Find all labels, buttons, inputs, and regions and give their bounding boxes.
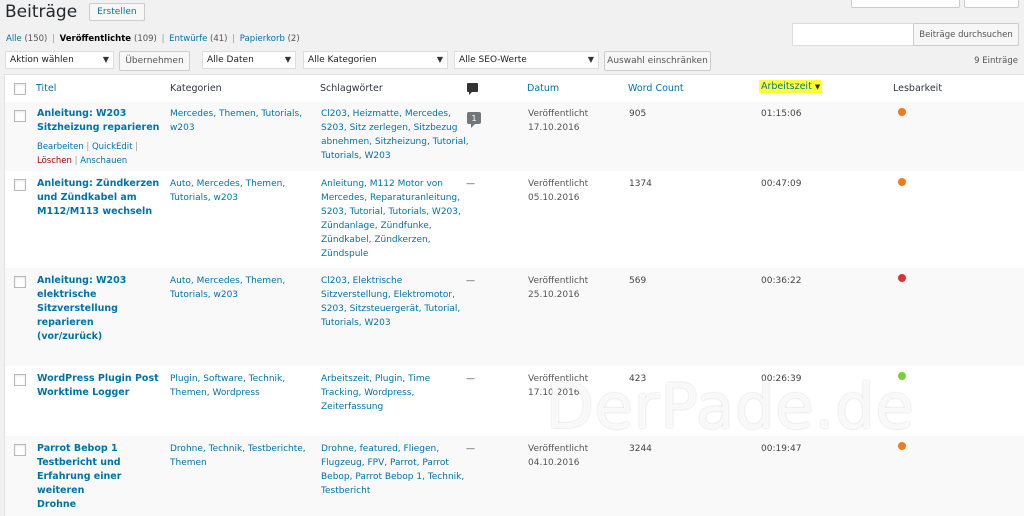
- table-row: Anleitung: Zündkerzen und Zündkabel am M11…: [5, 171, 1024, 268]
- sort-desc-icon: ▼: [814, 83, 821, 91]
- post-comments: —: [466, 374, 475, 384]
- row-checkbox[interactable]: [14, 374, 26, 386]
- posts-table: Titel Kategorien Schlagwörter Datum Word…: [4, 74, 1024, 516]
- post-tags[interactable]: Cl203, Heizmatte, Mercedes, S203, Sitz ze…: [321, 107, 469, 163]
- column-worktime[interactable]: Arbeitszeit ▼: [759, 80, 823, 93]
- post-date: Veröffentlicht 04.10.2016: [528, 444, 589, 468]
- row-checkbox[interactable]: [14, 276, 26, 288]
- post-comments: —: [466, 276, 475, 286]
- column-date[interactable]: Datum: [527, 83, 559, 94]
- post-categories[interactable]: Auto, Mercedes, Themen, Tutorials, w203: [170, 274, 285, 302]
- row-actions: Bearbeiten | QuickEdit | Löschen | Ansch…: [37, 142, 139, 166]
- post-title-link[interactable]: Anleitung: W203 Sitzheizung reparieren: [37, 107, 162, 135]
- readability-indicator: [898, 108, 906, 116]
- filter-button[interactable]: Auswahl einschränken: [604, 51, 711, 71]
- post-word-count: 423: [629, 374, 647, 384]
- seo-filter-select[interactable]: Alle SEO-Werte ▼: [454, 51, 599, 69]
- chevron-down-icon: ▼: [102, 55, 109, 64]
- post-tags[interactable]: Cl203, Elektrische Sitzverstellung, Elekt…: [321, 274, 460, 330]
- chevron-down-icon: ▼: [436, 55, 443, 64]
- chevron-down-icon: ▼: [284, 55, 291, 64]
- apply-button[interactable]: Übernehmen: [119, 51, 190, 71]
- category-filter-select[interactable]: Alle Kategorien ▼: [303, 51, 448, 69]
- screen-options-button[interactable]: [851, 0, 960, 8]
- post-date: Veröffentlicht 17.10.2016: [528, 374, 589, 398]
- table-row: WordPress Plugin Post Worktime Logger Plu…: [5, 366, 1024, 436]
- column-word-count[interactable]: Word Count: [628, 83, 684, 94]
- table-header: Titel Kategorien Schlagwörter Datum Word…: [5, 75, 1024, 103]
- row-checkbox[interactable]: [14, 179, 26, 191]
- quickedit-link[interactable]: QuickEdit: [92, 142, 133, 152]
- search-button[interactable]: Beiträge durchsuchen: [913, 23, 1019, 46]
- bulk-action-select[interactable]: Aktion wählen ▼: [5, 51, 114, 69]
- column-tags: Schlagwörter: [320, 83, 383, 94]
- row-checkbox[interactable]: [14, 110, 26, 122]
- table-row: Anleitung: W203 elektrische Sitzverstellun…: [5, 268, 1024, 366]
- view-trash-link[interactable]: Papierkorb (2): [240, 34, 300, 44]
- column-readability: Lesbarkeit: [893, 83, 943, 94]
- help-button[interactable]: [964, 0, 1019, 8]
- post-worktime: 00:19:47: [761, 444, 802, 454]
- post-worktime: 00:26:39: [761, 374, 802, 384]
- post-word-count: 1374: [629, 179, 652, 189]
- trash-link[interactable]: Löschen: [37, 156, 72, 166]
- post-date: Veröffentlicht 05.10.2016: [528, 179, 589, 203]
- post-date: Veröffentlicht 17.10.2016: [528, 109, 589, 133]
- post-worktime: 00:36:22: [761, 276, 802, 286]
- date-filter-select[interactable]: Alle Daten ▼: [202, 51, 296, 69]
- post-worktime: 00:47:09: [761, 179, 802, 189]
- view-published-link[interactable]: Veröffentlichte (109): [60, 34, 157, 44]
- readability-indicator: [898, 442, 906, 450]
- column-categories: Kategorien: [170, 83, 222, 94]
- search-input[interactable]: [792, 23, 914, 46]
- view-all-link[interactable]: Alle (150): [6, 34, 47, 44]
- post-worktime: 01:15:06: [761, 109, 802, 119]
- post-categories[interactable]: Drohne, Technik, Testberichte, Themen: [170, 442, 306, 470]
- post-tags[interactable]: Arbeitszeit, Plugin, Time Tracking, Wordp…: [321, 372, 430, 414]
- post-categories[interactable]: Mercedes, Themen, Tutorials, w203: [170, 107, 302, 135]
- select-all-checkbox[interactable]: [14, 83, 26, 95]
- post-status-views: Alle (150) | Veröffentlichte (109) | Ent…: [6, 34, 300, 44]
- edit-link[interactable]: Bearbeiten: [37, 142, 84, 152]
- post-word-count: 3244: [629, 444, 652, 454]
- post-word-count: 569: [629, 276, 647, 286]
- post-title-link[interactable]: Anleitung: W203 elektrische Sitzverstellun…: [37, 274, 162, 344]
- readability-indicator: [898, 178, 906, 186]
- view-drafts-link[interactable]: Entwürfe (41): [169, 34, 227, 44]
- comment-count-bubble[interactable]: 1: [467, 112, 481, 128]
- post-title-link[interactable]: WordPress Plugin Post Worktime Logger: [37, 372, 162, 400]
- table-row: Parrot Bebop 1 Testbericht und Erfahrung e…: [5, 436, 1024, 516]
- table-row: Anleitung: W203 Sitzheizung reparieren Be…: [5, 102, 1024, 171]
- row-checkbox[interactable]: [14, 444, 26, 456]
- post-categories[interactable]: Plugin, Software, Technik, Themen, Wordpr…: [170, 372, 285, 400]
- post-title-link[interactable]: Parrot Bebop 1 Testbericht und Erfahrung e…: [37, 442, 167, 512]
- post-comments: —: [466, 179, 475, 189]
- post-date: Veröffentlicht 25.10.2016: [528, 276, 589, 300]
- items-count: 9 Einträge: [974, 56, 1018, 66]
- view-link[interactable]: Anschauen: [80, 156, 127, 166]
- column-title[interactable]: Titel: [36, 83, 56, 94]
- add-new-button[interactable]: Erstellen: [89, 3, 145, 21]
- post-tags[interactable]: Drohne, featured, Fliegen, Flugzeug, FPV,…: [321, 442, 464, 498]
- post-title-link[interactable]: Anleitung: Zündkerzen und Zündkabel am M11…: [37, 177, 162, 219]
- post-categories[interactable]: Auto, Mercedes, Themen, Tutorials, w203: [170, 177, 285, 205]
- chevron-down-icon: ▼: [587, 55, 594, 64]
- readability-indicator: [898, 372, 906, 380]
- post-comments: —: [466, 444, 475, 454]
- post-word-count: 905: [629, 109, 647, 119]
- post-tags[interactable]: Anleitung, M112 Motor von Mercedes, Repar…: [321, 177, 461, 261]
- readability-indicator: [898, 274, 906, 282]
- comments-icon[interactable]: [467, 83, 478, 95]
- page-title: Beiträge: [5, 2, 78, 22]
